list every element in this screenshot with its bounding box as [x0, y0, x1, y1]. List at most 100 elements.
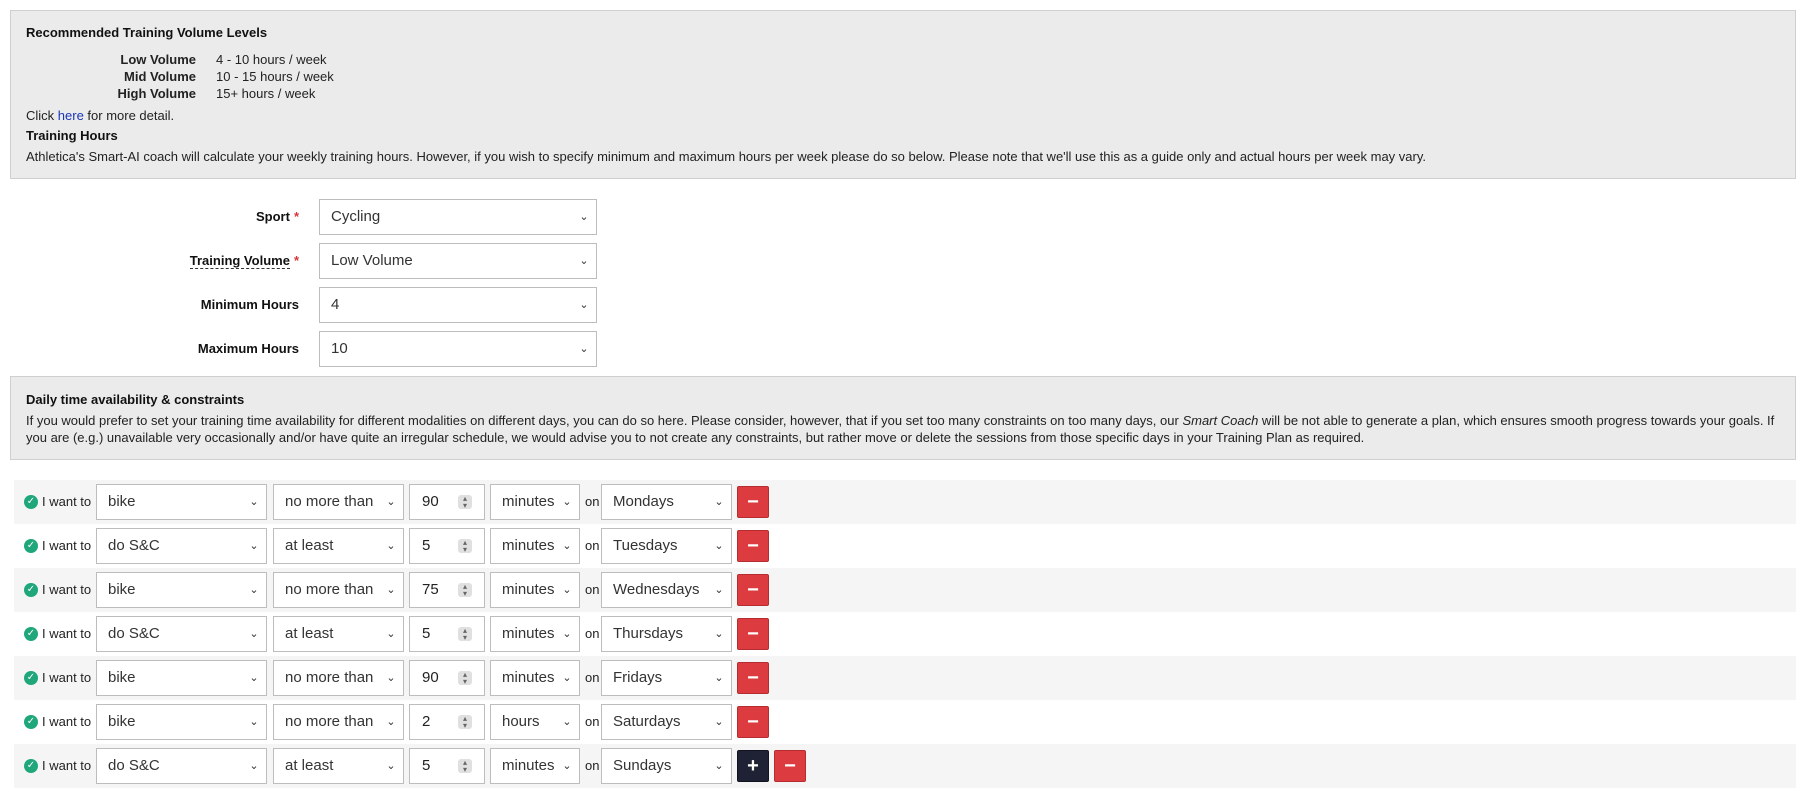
chevron-down-icon: ⌄: [386, 672, 396, 684]
day-select[interactable]: Fridays ⌄: [601, 660, 732, 696]
unit-select[interactable]: minutes ⌄: [490, 528, 580, 564]
chevron-down-icon: ⌄: [562, 672, 572, 684]
chevron-down-icon: ⌄: [562, 584, 572, 596]
chevron-down-icon: ⌄: [249, 672, 259, 684]
day-select[interactable]: Wednesdays ⌄: [601, 572, 732, 608]
comparison-select[interactable]: no more than ⌄: [273, 660, 404, 696]
on-label: on: [585, 626, 600, 641]
chevron-down-icon: ⌄: [249, 540, 259, 552]
spinner-icon[interactable]: ▴ ▾: [458, 759, 472, 774]
amount-input[interactable]: 5 ▴ ▾: [409, 528, 485, 564]
more-detail-link[interactable]: here: [58, 108, 84, 123]
comparison-select[interactable]: at least ⌄: [273, 616, 404, 652]
amount-value: 90: [422, 669, 439, 686]
activity-value: bike: [108, 581, 136, 598]
training-volume-label[interactable]: Training Volume *: [189, 243, 299, 279]
amount-input[interactable]: 2 ▴ ▾: [409, 704, 485, 740]
spinner-icon[interactable]: ▴ ▾: [458, 627, 472, 642]
activity-select[interactable]: do S&C ⌄: [96, 748, 267, 784]
remove-constraint-button[interactable]: −: [774, 750, 806, 782]
remove-constraint-button[interactable]: −: [737, 662, 769, 694]
unit-select[interactable]: minutes ⌄: [490, 748, 580, 784]
amount-input[interactable]: 5 ▴ ▾: [409, 748, 485, 784]
recommended-volume-panel: Recommended Training Volume Levels Low V…: [10, 10, 1796, 179]
chevron-down-icon: ⌄: [249, 584, 259, 596]
unit-select[interactable]: minutes ⌄: [490, 660, 580, 696]
comparison-select[interactable]: no more than ⌄: [273, 484, 404, 520]
constraint-prefix: I want to: [42, 758, 92, 773]
activity-select[interactable]: bike ⌄: [96, 484, 267, 520]
maximum-hours-select[interactable]: 10 ⌄: [319, 331, 597, 367]
sport-select[interactable]: Cycling ⌄: [319, 199, 597, 235]
volume-level-value: 15+ hours / week: [216, 86, 316, 101]
on-label: on: [585, 582, 600, 597]
day-select[interactable]: Tuesdays ⌄: [601, 528, 732, 564]
smart-coach-emphasis: Smart Coach: [1182, 413, 1259, 428]
remove-constraint-button[interactable]: −: [737, 486, 769, 518]
minimum-hours-select[interactable]: 4 ⌄: [319, 287, 597, 323]
sport-value: Cycling: [331, 208, 381, 225]
availability-panel: Daily time availability & constraints If…: [10, 376, 1796, 460]
activity-value: bike: [108, 713, 136, 730]
spinner-icon[interactable]: ▴ ▾: [458, 583, 472, 598]
amount-input[interactable]: 5 ▴ ▾: [409, 616, 485, 652]
constraint-row: ✓ I want to bike ⌄ no more than ⌄ 90 ▴ ▾ minutes ⌄…: [14, 656, 1796, 700]
minimum-hours-label: Minimum Hours: [201, 287, 299, 323]
activity-select[interactable]: bike ⌄: [96, 704, 267, 740]
unit-select[interactable]: hours ⌄: [490, 704, 580, 740]
required-marker: *: [293, 253, 299, 268]
chevron-down-icon: ⌄: [714, 716, 724, 728]
activity-select[interactable]: bike ⌄: [96, 572, 267, 608]
day-select[interactable]: Thursdays ⌄: [601, 616, 732, 652]
amount-input[interactable]: 75 ▴ ▾: [409, 572, 485, 608]
comparison-select[interactable]: no more than ⌄: [273, 704, 404, 740]
training-volume-label-text: Training Volume: [189, 253, 290, 269]
comparison-select[interactable]: at least ⌄: [273, 528, 404, 564]
availability-text-part: If you would prefer to set your training…: [26, 413, 1183, 428]
add-constraint-button[interactable]: +: [737, 750, 769, 782]
unit-select[interactable]: minutes ⌄: [490, 572, 580, 608]
plus-icon: +: [747, 755, 759, 777]
spinner-icon[interactable]: ▴ ▾: [458, 495, 472, 510]
training-hours-title: Training Hours: [26, 128, 118, 143]
day-select[interactable]: Saturdays ⌄: [601, 704, 732, 740]
chevron-down-icon: ⌄: [562, 496, 572, 508]
spinner-icon[interactable]: ▴ ▾: [458, 671, 472, 686]
unit-select[interactable]: minutes ⌄: [490, 484, 580, 520]
amount-value: 90: [422, 493, 439, 510]
activity-value: do S&C: [108, 757, 160, 774]
remove-constraint-button[interactable]: −: [737, 574, 769, 606]
training-volume-select[interactable]: Low Volume ⌄: [319, 243, 597, 279]
day-select[interactable]: Sundays ⌄: [601, 748, 732, 784]
chevron-down-icon: ⌄: [562, 716, 572, 728]
comparison-select[interactable]: at least ⌄: [273, 748, 404, 784]
remove-constraint-button[interactable]: −: [737, 706, 769, 738]
volume-level-label: Mid Volume: [124, 69, 196, 84]
more-detail-prefix: Click: [26, 108, 58, 123]
chevron-down-icon: ⌄: [562, 760, 572, 772]
remove-constraint-button[interactable]: −: [737, 530, 769, 562]
amount-value: 5: [422, 757, 431, 774]
minus-icon: −: [747, 535, 759, 557]
on-label: on: [585, 494, 600, 509]
comparison-value: at least: [285, 757, 334, 774]
amount-input[interactable]: 90 ▴ ▾: [409, 660, 485, 696]
minimum-hours-label-text: Minimum Hours: [200, 297, 299, 312]
activity-select[interactable]: do S&C ⌄: [96, 528, 267, 564]
sport-row: Sport * Cycling ⌄: [0, 199, 600, 235]
maximum-hours-row: Maximum Hours 10 ⌄: [0, 331, 600, 367]
comparison-value: at least: [285, 625, 334, 642]
required-marker: *: [293, 209, 299, 224]
unit-select[interactable]: minutes ⌄: [490, 616, 580, 652]
unit-value: minutes: [502, 537, 555, 554]
day-select[interactable]: Mondays ⌄: [601, 484, 732, 520]
sport-label: Sport *: [256, 199, 299, 235]
amount-input[interactable]: 90 ▴ ▾: [409, 484, 485, 520]
spinner-icon[interactable]: ▴ ▾: [458, 539, 472, 554]
activity-select[interactable]: bike ⌄: [96, 660, 267, 696]
spinner-icon[interactable]: ▴ ▾: [458, 715, 472, 730]
activity-select[interactable]: do S&C ⌄: [96, 616, 267, 652]
training-volume-row: Training Volume * Low Volume ⌄: [0, 243, 600, 279]
comparison-select[interactable]: no more than ⌄: [273, 572, 404, 608]
remove-constraint-button[interactable]: −: [737, 618, 769, 650]
